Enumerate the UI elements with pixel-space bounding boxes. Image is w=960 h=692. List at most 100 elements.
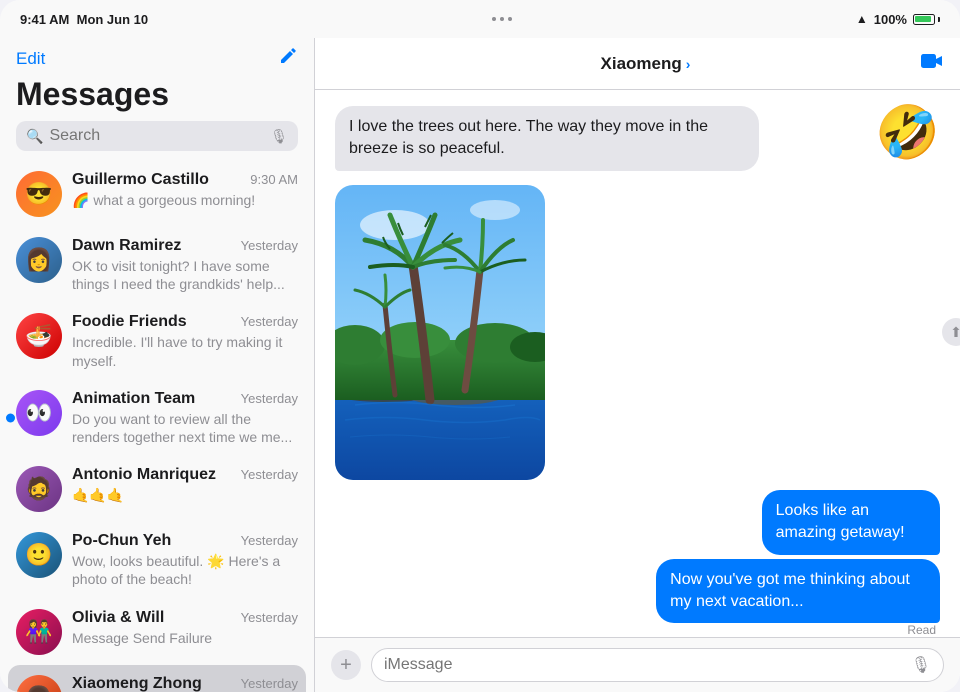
conv-info-dawn: Dawn Ramirez Yesterday OK to visit tonig…	[72, 237, 298, 293]
conv-header-animation: Animation Team Yesterday	[72, 390, 298, 408]
conv-time-xiaomeng: Yesterday	[241, 676, 298, 691]
chat-header: Xiaomeng ›	[315, 38, 960, 90]
emoji-reaction: 🤣	[875, 102, 940, 163]
edit-button[interactable]: Edit	[16, 49, 45, 69]
message-row-photo: ⬆	[335, 185, 940, 480]
conv-name-olivia: Olivia & Will	[72, 609, 164, 627]
battery-percent: 100%	[874, 12, 907, 27]
conv-info-guillermo: Guillermo Castillo 9:30 AM 🌈 what a gorg…	[72, 171, 298, 209]
conv-header-antonio: Antonio Manriquez Yesterday	[72, 466, 298, 484]
message-row-received-text: I love the trees out here. The way they …	[335, 106, 940, 171]
add-attachment-button[interactable]: +	[331, 650, 361, 680]
conv-time-antonio: Yesterday	[241, 467, 298, 482]
mic-icon: 🎙	[270, 128, 288, 145]
conv-header-xiaomeng: Xiaomeng Zhong Yesterday	[72, 675, 298, 692]
conversation-item-antonio[interactable]: 🧔 Antonio Manriquez Yesterday 🤙🤙🤙	[0, 456, 314, 522]
message-bubble-sent-2: Now you've got me thinking about my next…	[656, 559, 940, 624]
status-dot-3	[508, 17, 512, 21]
conv-name-xiaomeng: Xiaomeng Zhong	[72, 675, 202, 692]
avatar-xiaomeng: 👧	[16, 675, 62, 692]
battery-cap	[938, 17, 940, 22]
conv-preview-olivia: Message Send Failure	[72, 629, 298, 647]
conv-time-foodie: Yesterday	[241, 314, 298, 329]
conv-header-foodie: Foodie Friends Yesterday	[72, 313, 298, 331]
avatar-antonio: 🧔	[16, 466, 62, 512]
status-right: ▲ 100%	[856, 12, 940, 27]
status-center	[492, 17, 512, 21]
status-dot-1	[492, 17, 496, 21]
conv-header-dawn: Dawn Ramirez Yesterday	[72, 237, 298, 255]
search-icon: 🔍	[26, 128, 43, 145]
conv-time-olivia: Yesterday	[241, 610, 298, 625]
conv-preview-guillermo: 🌈 what a gorgeous morning!	[72, 191, 298, 209]
conversation-item-dawn[interactable]: 👩 Dawn Ramirez Yesterday OK to visit ton…	[0, 227, 314, 303]
ipad-frame: 9:41 AM Mon Jun 10 ▲ 100% Edit	[0, 0, 960, 692]
compose-button[interactable]	[278, 46, 298, 72]
unread-dot	[6, 413, 15, 422]
conv-preview-antonio: 🤙🤙🤙	[72, 486, 298, 504]
conv-name-animation: Animation Team	[72, 390, 195, 408]
chat-area: Xiaomeng › 🤣 I love the trees out here. …	[315, 38, 960, 692]
conv-preview-dawn: OK to visit tonight? I have some things …	[72, 257, 298, 293]
message-input[interactable]	[384, 656, 903, 674]
battery-fill	[915, 16, 930, 22]
message-bubble-received-text: I love the trees out here. The way they …	[335, 106, 759, 171]
conversation-item-animation[interactable]: 👀 Animation Team Yesterday Do you want t…	[0, 380, 314, 456]
conv-info-antonio: Antonio Manriquez Yesterday 🤙🤙🤙	[72, 466, 298, 504]
sidebar-title: Messages	[0, 72, 314, 121]
search-bar[interactable]: 🔍 🎙	[16, 121, 298, 151]
sidebar-header: Edit	[0, 38, 314, 72]
conv-time-animation: Yesterday	[241, 391, 298, 406]
battery-body	[913, 14, 935, 25]
conv-header-pochun: Po-Chun Yeh Yesterday	[72, 532, 298, 550]
avatar-guillermo: 😎	[16, 171, 62, 217]
mic-message-icon[interactable]: 🎙	[911, 655, 931, 675]
sent-message-group: Looks like an amazing getaway! Now you'v…	[335, 490, 940, 637]
conv-info-pochun: Po-Chun Yeh Yesterday Wow, looks beautif…	[72, 532, 298, 588]
conv-name-guillermo: Guillermo Castillo	[72, 171, 209, 189]
conv-info-foodie: Foodie Friends Yesterday Incredible. I'l…	[72, 313, 298, 369]
main-content: Edit Messages 🔍 🎙 😎	[0, 38, 960, 692]
conv-preview-pochun: Wow, looks beautiful. 🌟 Here's a photo o…	[72, 552, 298, 588]
share-icon-overlay[interactable]: ⬆	[942, 318, 960, 346]
conversation-item-olivia[interactable]: 👫 Olivia & Will Yesterday Message Send F…	[0, 599, 314, 665]
status-dot-2	[500, 17, 504, 21]
chevron-right-icon: ›	[686, 56, 691, 72]
conv-info-olivia: Olivia & Will Yesterday Message Send Fai…	[72, 609, 298, 647]
photo-bubble[interactable]	[335, 185, 545, 480]
conv-header-olivia: Olivia & Will Yesterday	[72, 609, 298, 627]
conv-preview-animation: Do you want to review all the renders to…	[72, 410, 298, 446]
wifi-icon: ▲	[856, 12, 868, 26]
read-label: Read	[907, 623, 940, 637]
conversation-item-xiaomeng[interactable]: 👧 Xiaomeng Zhong Yesterday Now you've go…	[8, 665, 306, 692]
avatar-foodie: 🍜	[16, 313, 62, 359]
video-call-button[interactable]	[920, 51, 944, 77]
conv-info-xiaomeng: Xiaomeng Zhong Yesterday Now you've got …	[72, 675, 298, 692]
conv-name-antonio: Antonio Manriquez	[72, 466, 216, 484]
message-row-sent-1: Looks like an amazing getaway!	[685, 490, 940, 555]
conv-name-dawn: Dawn Ramirez	[72, 237, 181, 255]
message-bubble-sent-1: Looks like an amazing getaway!	[762, 490, 940, 555]
battery-container	[913, 14, 940, 25]
conv-info-animation: Animation Team Yesterday Do you want to …	[72, 390, 298, 446]
conv-preview-foodie: Incredible. I'll have to try making it m…	[72, 333, 298, 369]
message-input-wrap: 🎙	[371, 648, 944, 682]
conversation-item-foodie[interactable]: 🍜 Foodie Friends Yesterday Incredible. I…	[0, 303, 314, 379]
message-row-sent-2: Now you've got me thinking about my next…	[535, 559, 940, 624]
search-input[interactable]	[49, 127, 264, 145]
status-time: 9:41 AM Mon Jun 10	[20, 12, 148, 27]
avatar-olivia: 👫	[16, 609, 62, 655]
chat-input-area: + 🎙	[315, 637, 960, 692]
chat-contact-name[interactable]: Xiaomeng ›	[601, 54, 691, 74]
chat-messages: 🤣 I love the trees out here. The way the…	[315, 90, 960, 637]
conversation-item-pochun[interactable]: 🙂 Po-Chun Yeh Yesterday Wow, looks beaut…	[0, 522, 314, 598]
conv-header-guillermo: Guillermo Castillo 9:30 AM	[72, 171, 298, 189]
avatar-pochun: 🙂	[16, 532, 62, 578]
conv-name-foodie: Foodie Friends	[72, 313, 187, 331]
status-bar: 9:41 AM Mon Jun 10 ▲ 100%	[0, 0, 960, 38]
sidebar: Edit Messages 🔍 🎙 😎	[0, 38, 315, 692]
avatar-dawn: 👩	[16, 237, 62, 283]
conv-time-dawn: Yesterday	[241, 238, 298, 253]
conversation-item-guillermo[interactable]: 😎 Guillermo Castillo 9:30 AM 🌈 what a go…	[0, 161, 314, 227]
conv-time-guillermo: 9:30 AM	[250, 172, 298, 187]
